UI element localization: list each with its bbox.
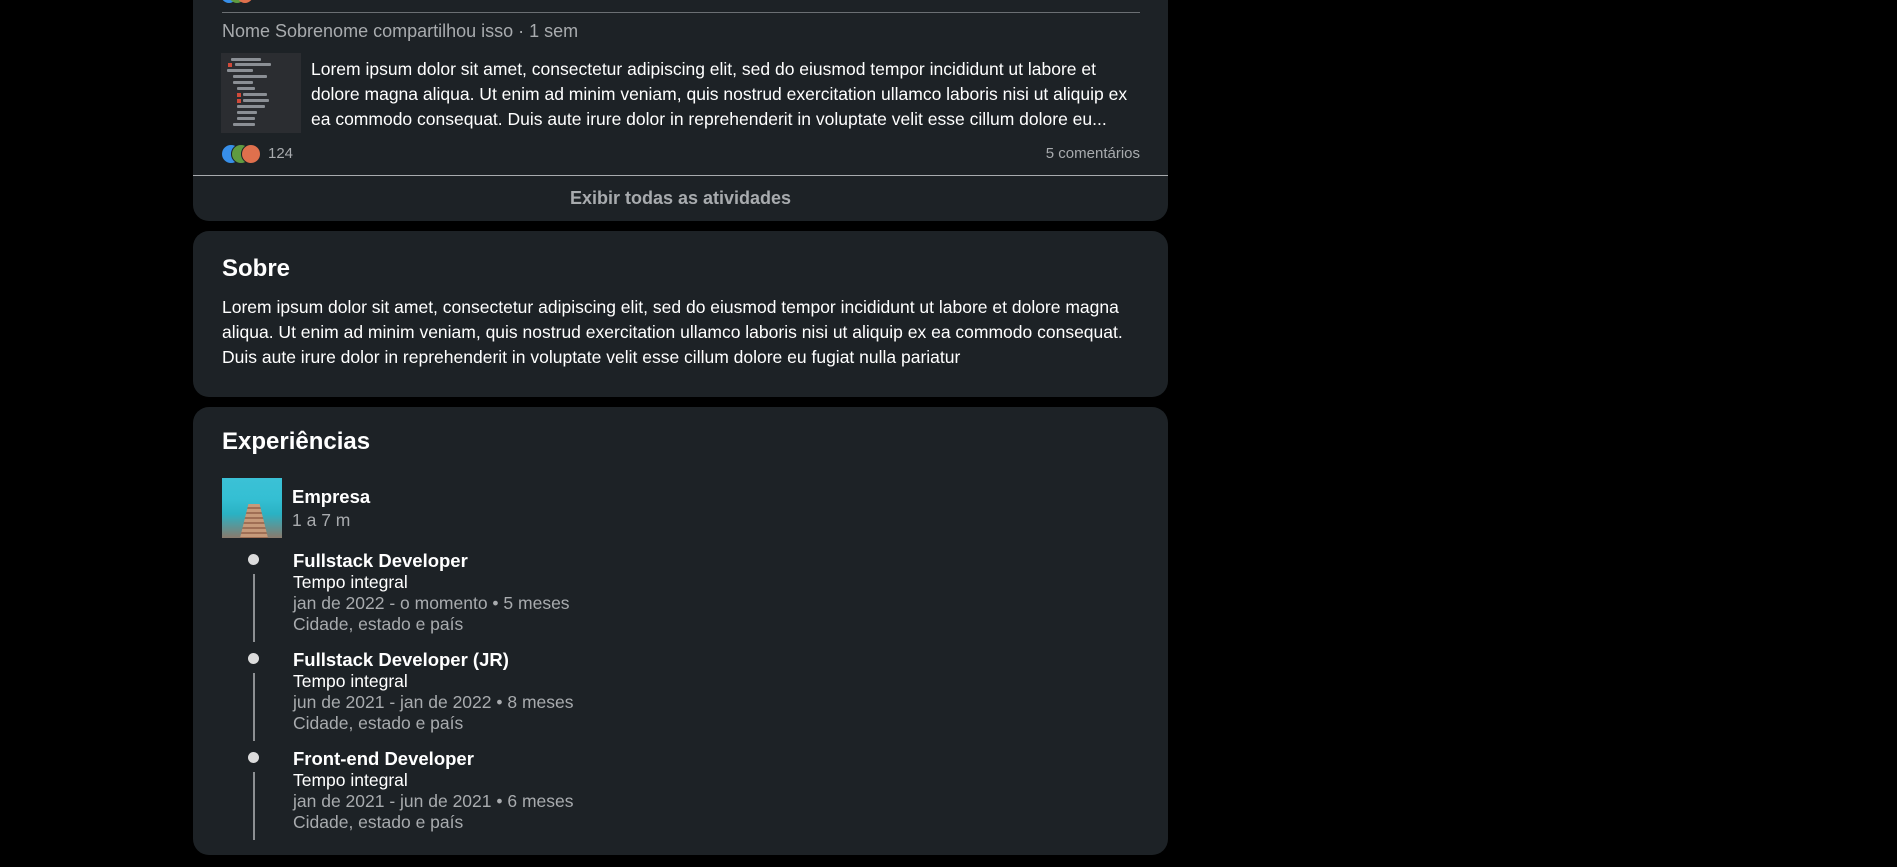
role-item: Fullstack Developer Tempo integral jan d… (222, 550, 1139, 649)
about-title: Sobre (222, 255, 291, 282)
role-title: Fullstack Developer (JR) (293, 649, 509, 670)
experience-title: Experiências (222, 428, 371, 455)
timeline-dot-icon (248, 752, 259, 763)
company-name[interactable]: Empresa (292, 486, 370, 508)
company-logo[interactable] (222, 478, 282, 538)
post-text[interactable]: Lorem ipsum dolor sit amet, consectetur … (311, 57, 1141, 132)
role-list: Fullstack Developer Tempo integral jan d… (222, 550, 1139, 847)
love-icon (241, 144, 261, 164)
role-item: Front-end Developer Tempo integral jan d… (222, 748, 1139, 847)
role-location: Cidade, estado e país (293, 614, 464, 634)
role-title: Fullstack Developer (293, 550, 468, 571)
activity-card: Nome Sobrenome compartilhou isso · 1 sem… (193, 0, 1168, 221)
role-item: Fullstack Developer (JR) Tempo integral … (222, 649, 1139, 748)
role-period: jun de 2021 - jan de 2022 • 8 meses (293, 692, 574, 712)
about-text: Lorem ipsum dolor sit amet, consectetur … (222, 297, 1123, 367)
role-employment-type: Tempo integral (293, 572, 408, 592)
role-title: Front-end Developer (293, 748, 474, 769)
company-header[interactable]: Empresa 1 a 7 m (222, 478, 1139, 538)
about-card: Sobre Lorem ipsum dolor sit amet, consec… (193, 231, 1168, 397)
timeline-line (252, 673, 255, 741)
divider (222, 12, 1140, 13)
experience-card: Experiências Empresa 1 a 7 m Fullstack D… (193, 407, 1168, 855)
role-employment-type: Tempo integral (293, 770, 408, 790)
timeline-line (252, 574, 255, 642)
profile-column: Nome Sobrenome compartilhou isso · 1 sem… (193, 0, 1168, 855)
role-location: Cidade, estado e país (293, 812, 464, 832)
timeline-line (252, 772, 255, 840)
company-duration: 1 a 7 m (292, 510, 351, 530)
reactions-peek (221, 0, 261, 5)
share-attribution[interactable]: Nome Sobrenome compartilhou isso · 1 sem (222, 21, 578, 42)
role-period: jan de 2022 - o momento • 5 meses (293, 593, 570, 613)
role-employment-type: Tempo integral (293, 671, 408, 691)
role-period: jan de 2021 - jun de 2021 • 6 meses (293, 791, 574, 811)
show-all-activity-button[interactable]: Exibir todas as atividades (193, 176, 1168, 221)
post-thumbnail[interactable] (221, 53, 301, 133)
comments-count[interactable]: 5 comentários (1046, 145, 1140, 162)
timeline-dot-icon (248, 554, 259, 565)
reaction-count[interactable]: 124 (268, 145, 293, 162)
role-location: Cidade, estado e país (293, 713, 464, 733)
timeline-dot-icon (248, 653, 259, 664)
reaction-icons[interactable] (221, 144, 265, 164)
